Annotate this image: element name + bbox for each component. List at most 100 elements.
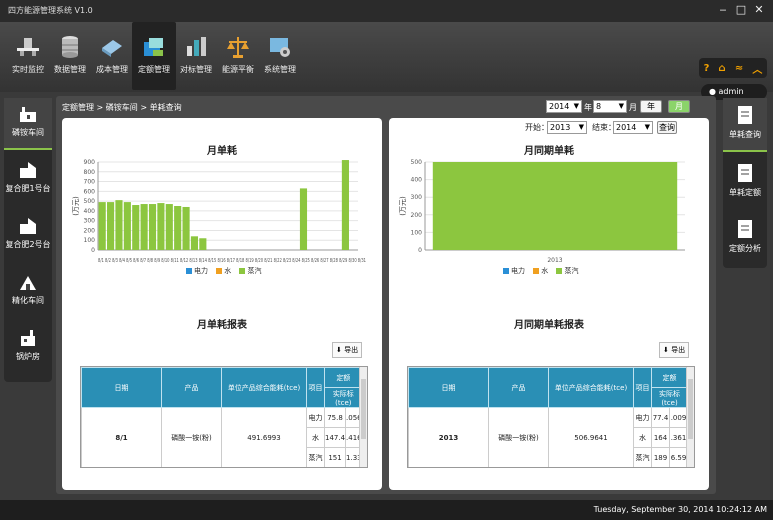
document-icon [738, 220, 752, 238]
export-icon: ⬇ [336, 346, 342, 354]
maximize-button[interactable]: □ [733, 2, 749, 18]
y-tick-label: 0 [418, 247, 422, 254]
cell-value: 491.6993 [221, 407, 307, 467]
close-button[interactable]: ✕ [751, 2, 767, 18]
start-year-value: 2013 [550, 123, 571, 132]
function-nav: 单耗查询 单耗定额 定额分析 [723, 98, 767, 268]
chevron-down-icon: ▼ [573, 102, 579, 110]
y-axis-label: (万元) [72, 196, 80, 216]
export-button[interactable]: ⬇ 导出 [332, 342, 363, 358]
export-icon: ⬇ [663, 346, 669, 354]
benchmark-icon [187, 37, 206, 56]
nav-item-compound-1[interactable]: 复合肥1号台 [4, 154, 52, 206]
export-button[interactable]: ⬇ 导出 [659, 342, 690, 358]
menu-label: 系统管理 [264, 65, 296, 74]
menu-energy-balance[interactable]: 能源平衡 [216, 22, 260, 90]
database-icon [62, 36, 78, 58]
y-tick-label: 900 [84, 159, 96, 166]
menu-system-management[interactable]: 系统管理 [258, 22, 302, 90]
query-button[interactable]: 查询 [657, 121, 677, 134]
column-header: 日期 [408, 367, 489, 408]
title-bar: 四方能源管理系统 V1.0 ‒ □ ✕ [0, 0, 773, 22]
menu-benchmark-management[interactable]: 对标管理 [174, 22, 218, 90]
cell-quota: 75.8 [323, 407, 347, 428]
table-scrollbar[interactable] [686, 367, 694, 467]
scroll-thumb[interactable] [688, 379, 693, 439]
scroll-thumb[interactable] [361, 379, 366, 439]
nav-item-refining[interactable]: 精化车间 [4, 266, 52, 318]
column-header: 产品 [161, 367, 222, 408]
nav-label: 定额分析 [729, 244, 761, 253]
quick-actions: ? ⌂ ≈ ︿ [699, 58, 767, 78]
menu-cost-management[interactable]: 成本管理 [90, 22, 134, 90]
menu-data-management[interactable]: 数据管理 [48, 22, 92, 90]
nav-item-consumption-quota[interactable]: 单耗定额 [723, 156, 767, 210]
menu-label: 成本管理 [96, 65, 128, 74]
column-header: 项目 [306, 367, 325, 408]
column-header: 产品 [488, 367, 549, 408]
monthly-report-table: 日期 产品 单位产品综合能耗(tce) 项目 定额 实际标(tce) 8/1 磷… [80, 366, 368, 468]
y-tick-label: 500 [84, 198, 96, 205]
nav-item-compound-2[interactable]: 复合肥2号台 [4, 210, 52, 262]
bar [165, 204, 173, 250]
month-unit: 月 [629, 103, 637, 112]
nav-item-phosphate-workshop[interactable]: 磷铵车间 [4, 98, 52, 150]
nav-item-boiler-room[interactable]: 锅炉房 [4, 322, 52, 374]
menu-label: 能源平衡 [222, 65, 254, 74]
menu-realtime-monitor[interactable]: 实时监控 [6, 22, 50, 90]
rss-icon[interactable]: ≈ [735, 63, 743, 74]
y-tick-label: 800 [84, 169, 96, 176]
minimize-button[interactable]: ‒ [715, 2, 731, 18]
y-tick-label: 600 [84, 188, 96, 195]
column-header: 定额 [324, 367, 363, 388]
y-tick-label: 0 [91, 247, 95, 254]
menu-label: 对标管理 [180, 65, 212, 74]
nav-item-quota-analysis[interactable]: 定额分析 [723, 212, 767, 266]
nav-item-consumption-query[interactable]: 单耗查询 [723, 98, 767, 152]
year-value: 2014 [549, 102, 570, 111]
y-tick-label: 700 [84, 179, 96, 186]
year-unit: 年 [584, 103, 592, 112]
cell-item: 电力 [306, 407, 325, 428]
nav-label: 复合肥1号台 [5, 184, 51, 193]
nav-label: 复合肥2号台 [5, 240, 51, 249]
table-row[interactable]: 2013 磷酸一铵(粉) 506.9641 电力 77.4 .009 [408, 407, 688, 467]
collapse-icon[interactable]: ︿ [752, 61, 762, 76]
main-menu-bar: 实时监控 数据管理 成本管理 定额管理 对标管理 能源平衡 系统管理 ? ⌂ ≈… [0, 22, 773, 100]
y-tick-label: 100 [84, 237, 96, 244]
year-mode-button[interactable]: 年 [640, 100, 662, 113]
settings-icon [270, 38, 290, 57]
legend-label: 水 [541, 267, 549, 275]
end-year-select[interactable]: 2014 ▼ [613, 121, 653, 134]
year-select[interactable]: 2014 ▼ [546, 100, 582, 113]
help-icon[interactable]: ? [704, 63, 710, 74]
legend-label: 电力 [511, 267, 525, 275]
home-icon[interactable]: ⌂ [719, 63, 726, 74]
month-select[interactable]: 8 ▼ [593, 100, 627, 113]
menu-label: 数据管理 [54, 65, 86, 74]
chart-title: 月单耗 [207, 146, 237, 157]
menu-label: 实时监控 [12, 65, 44, 74]
cell-item: 电力 [633, 407, 652, 428]
cell-value: 506.9641 [548, 407, 634, 467]
legend-swatch-electric [186, 268, 192, 274]
monitor-icon [17, 38, 39, 56]
cell-item: 蒸汽 [633, 447, 652, 467]
cell-item: 水 [633, 427, 652, 448]
chevron-down-icon: ▼ [578, 123, 584, 131]
cell-product: 磷酸一铵(粉) [161, 407, 222, 467]
document-icon [738, 164, 752, 182]
legend-swatch-water [216, 268, 223, 274]
bar [148, 204, 157, 250]
y-tick-label: 200 [84, 227, 96, 234]
legend-label: 蒸汽 [247, 267, 262, 275]
month-mode-button[interactable]: 月 [668, 100, 690, 113]
table-scrollbar[interactable] [359, 367, 367, 467]
start-year-select[interactable]: 2013 ▼ [547, 121, 587, 134]
table-row[interactable]: 8/1 磷酸一铵(粉) 491.6993 电力 75.8 .056 [81, 407, 363, 467]
menu-quota-management[interactable]: 定额管理 [132, 22, 176, 90]
bar [174, 206, 182, 250]
cell-quota: 77.4 [651, 407, 670, 428]
legend-label: 蒸汽 [564, 267, 579, 275]
column-header: 实际标(tce) [324, 387, 363, 408]
